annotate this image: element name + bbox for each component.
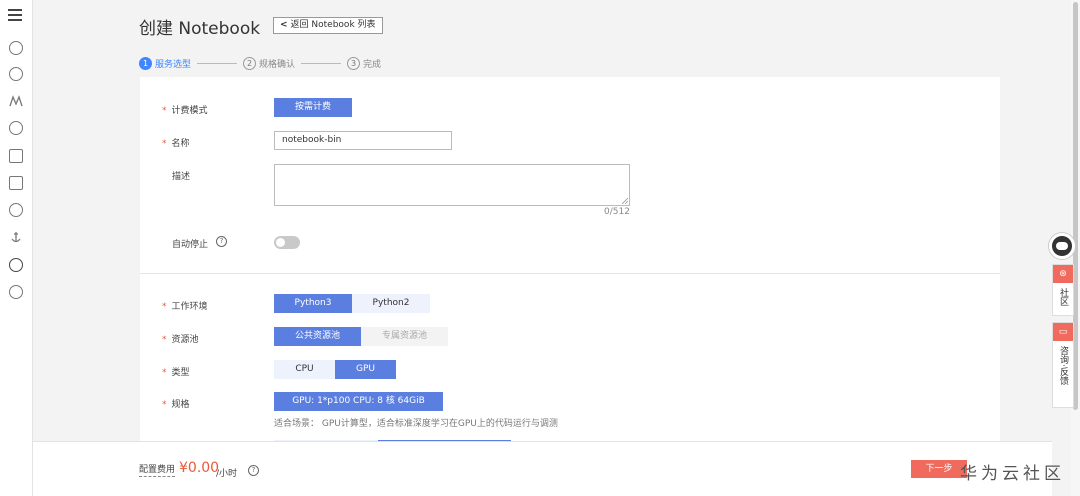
spec-hint: 适合场景： GPU计算型，适合标准深度学习在GPU上的代码运行与调测 [274, 419, 558, 429]
step-3-label: 完成 [363, 59, 382, 70]
back-to-list-button[interactable]: < 返回 Notebook 列表 [273, 17, 383, 34]
fee-amount: ¥0.00 [179, 460, 220, 476]
step-1-number: 1 [139, 56, 152, 70]
cylinder-icon[interactable] [9, 149, 23, 163]
type-gpu-option[interactable]: GPU [335, 360, 396, 379]
fee-label: 配置费用 [139, 465, 176, 477]
resource-pool-dedicated-option: 专属资源池 [361, 327, 448, 346]
resource-pool-public-option[interactable]: 公共资源池 [274, 327, 361, 346]
chevron-left-icon: < [280, 20, 288, 30]
step-2-number: 2 [243, 56, 257, 70]
step-2-label: 规格确认 [259, 59, 296, 70]
toggle-knob [276, 238, 285, 247]
work-env-python2-option[interactable]: Python2 [352, 294, 430, 313]
community-label: 社区 [1058, 288, 1068, 306]
type-label: * 类型 [162, 368, 190, 378]
step-1-label: 服务选型 [155, 59, 192, 70]
section-divider [140, 273, 1000, 274]
cloud-icon[interactable] [9, 41, 23, 55]
cloud-disk-icon[interactable] [9, 121, 23, 135]
resource-pool-label: * 资源池 [162, 335, 199, 345]
help-icon[interactable]: ? [248, 465, 259, 476]
cloud-icon[interactable] [9, 203, 23, 217]
step-3-number: 3 [347, 56, 361, 70]
document-icon[interactable] [9, 176, 23, 190]
globe-icon[interactable] [9, 258, 23, 272]
form-card [140, 77, 1000, 443]
page-title: 创建 Notebook [139, 19, 261, 39]
work-env-python3-option[interactable]: Python3 [274, 294, 352, 313]
resize-handle-icon[interactable] [622, 198, 628, 204]
spec-label: * 规格 [162, 400, 190, 410]
menu-icon[interactable] [8, 9, 22, 23]
auto-stop-label: 自动停止 [172, 240, 209, 250]
back-label: 返回 Notebook 列表 [290, 20, 376, 30]
name-label: * 名称 [162, 139, 190, 149]
step-connector [301, 62, 342, 64]
billing-mode-label: * 计费模式 [162, 106, 208, 116]
chat-icon: ▭ [1053, 323, 1073, 341]
left-nav [0, 0, 33, 496]
step-indicator: 1 服务选型 2 规格确认 3 完成 [139, 56, 381, 70]
help-icon[interactable]: ? [216, 236, 227, 247]
circle-arrow-icon[interactable] [9, 285, 23, 299]
community-float-button[interactable]: ⊛ 社区 [1052, 264, 1074, 316]
community-icon: ⊛ [1053, 265, 1073, 283]
footer-bar: 配置费用 ¥0.00 /小时 ? 下一步 [33, 441, 1052, 496]
feedback-float-button[interactable]: ▭ 咨询·反馈 [1052, 322, 1074, 408]
robot-assistant-icon[interactable] [1049, 233, 1075, 259]
type-cpu-option[interactable]: CPU [274, 360, 335, 379]
work-env-label: * 工作环境 [162, 302, 208, 312]
name-input[interactable]: notebook-bin [274, 131, 452, 150]
robot-face [1056, 242, 1068, 250]
cluster-icon[interactable] [9, 67, 23, 81]
auto-stop-toggle[interactable] [274, 236, 300, 249]
watermark: 华为云社区 [960, 464, 1065, 484]
description-textarea[interactable] [274, 164, 630, 206]
feedback-label: 咨询·反馈 [1058, 346, 1068, 385]
description-counter: 0/512 [604, 207, 630, 217]
next-step-button[interactable]: 下一步 [911, 460, 967, 478]
chart-icon[interactable] [9, 94, 23, 108]
step-connector [197, 62, 238, 64]
description-label: 描述 [172, 172, 191, 182]
fee-unit: /小时 [216, 469, 238, 479]
anchor-icon[interactable] [9, 230, 23, 244]
billing-mode-on-demand-button[interactable]: 按需计费 [274, 98, 352, 117]
spec-gpu-p100-option[interactable]: GPU: 1*p100 CPU: 8 核 64GiB [274, 392, 443, 411]
